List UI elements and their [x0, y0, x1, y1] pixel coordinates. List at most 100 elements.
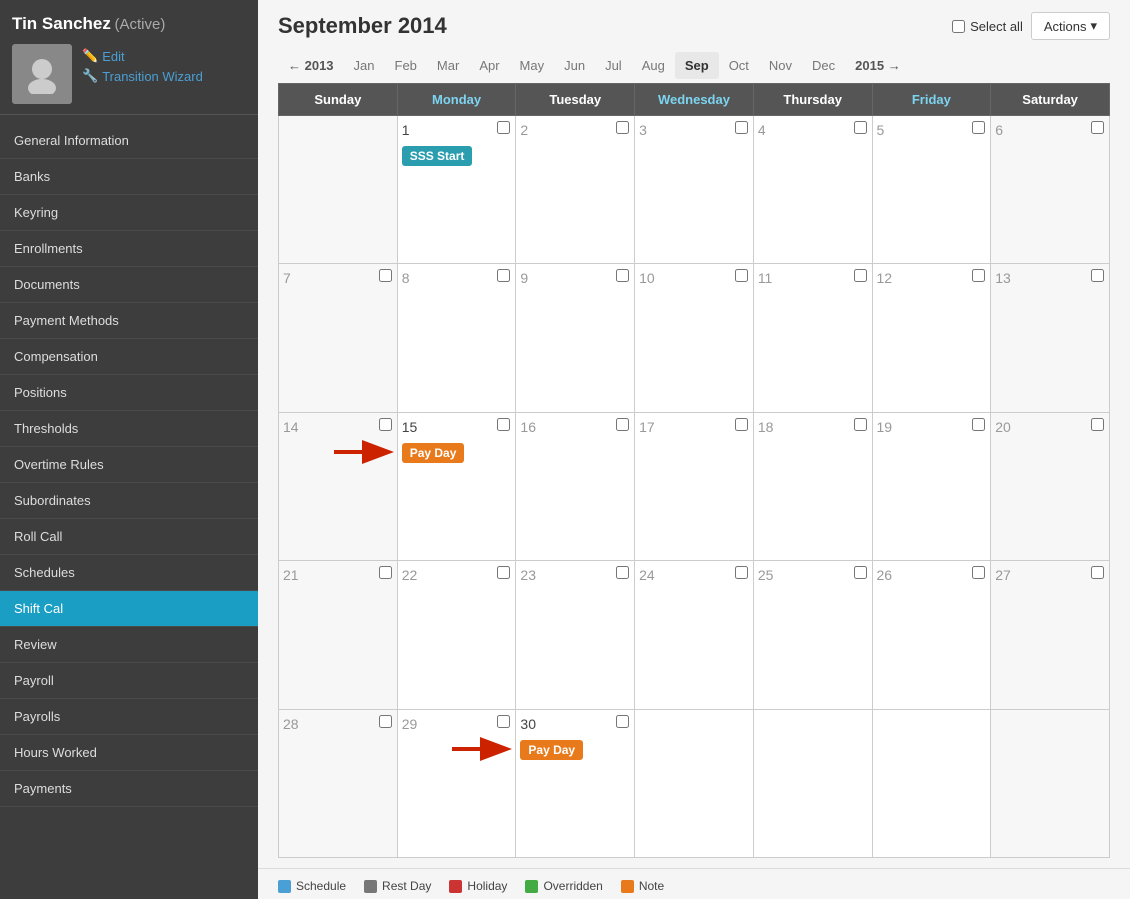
next-year-nav[interactable]: 2015 →: [845, 52, 911, 79]
sidebar-nav-item-payroll[interactable]: Payroll: [0, 663, 258, 699]
sidebar-nav-item-hours-worked[interactable]: Hours Worked: [0, 735, 258, 771]
cell-checkbox[interactable]: [616, 715, 629, 728]
sidebar-nav-item-payment-methods[interactable]: Payment Methods: [0, 303, 258, 339]
cell-day-number: 6: [995, 120, 1007, 140]
edit-link[interactable]: ✏️ Edit: [82, 48, 203, 64]
col-header-monday: Monday: [397, 84, 516, 116]
calendar-cell: 13: [991, 264, 1110, 412]
calendar-cell: 7: [279, 264, 398, 412]
month-nav-may[interactable]: May: [510, 52, 555, 79]
sidebar-nav-item-overtime-rules[interactable]: Overtime Rules: [0, 447, 258, 483]
legend-item-note: Note: [621, 879, 664, 893]
legend-item-rest-day: Rest Day: [364, 879, 431, 893]
legend: ScheduleRest DayHolidayOverriddenNote: [258, 868, 1130, 899]
calendar-cell: 26: [872, 561, 991, 709]
cell-day-number: 23: [520, 565, 540, 585]
month-nav-apr[interactable]: Apr: [469, 52, 509, 79]
sidebar-nav-item-general-information[interactable]: General Information: [0, 123, 258, 159]
calendar-cell: 27: [991, 561, 1110, 709]
cell-checkbox[interactable]: [616, 269, 629, 282]
month-nav-mar[interactable]: Mar: [427, 52, 469, 79]
cell-checkbox[interactable]: [735, 566, 748, 579]
cell-checkbox[interactable]: [497, 418, 510, 431]
sidebar-nav-item-enrollments[interactable]: Enrollments: [0, 231, 258, 267]
calendar-cell: [991, 709, 1110, 857]
cell-checkbox[interactable]: [497, 715, 510, 728]
cell-checkbox[interactable]: [972, 269, 985, 282]
cell-checkbox[interactable]: [1091, 269, 1104, 282]
cell-checkbox[interactable]: [616, 418, 629, 431]
month-nav-nov[interactable]: Nov: [759, 52, 802, 79]
cell-checkbox[interactable]: [972, 121, 985, 134]
calendar-cell: 23: [516, 561, 635, 709]
calendar-cell: 21: [279, 561, 398, 709]
month-nav-oct[interactable]: Oct: [719, 52, 759, 79]
sidebar-nav-item-review[interactable]: Review: [0, 627, 258, 663]
cell-day-number: 5: [877, 120, 889, 140]
month-nav-aug[interactable]: Aug: [632, 52, 675, 79]
cell-checkbox[interactable]: [854, 269, 867, 282]
select-all-label[interactable]: Select all: [952, 19, 1023, 34]
cell-checkbox[interactable]: [1091, 418, 1104, 431]
calendar-cell: 9: [516, 264, 635, 412]
sidebar-nav-item-payrolls[interactable]: Payrolls: [0, 699, 258, 735]
cell-checkbox[interactable]: [379, 269, 392, 282]
sidebar-nav-item-schedules[interactable]: Schedules: [0, 555, 258, 591]
cell-checkbox[interactable]: [497, 121, 510, 134]
month-nav-jun[interactable]: Jun: [554, 52, 595, 79]
cell-checkbox[interactable]: [616, 121, 629, 134]
legend-dot: [525, 880, 538, 893]
calendar-cell: 6: [991, 116, 1110, 264]
sidebar-nav-item-roll-call[interactable]: Roll Call: [0, 519, 258, 555]
cell-checkbox[interactable]: [379, 715, 392, 728]
cell-checkbox[interactable]: [854, 121, 867, 134]
sidebar-nav-item-banks[interactable]: Banks: [0, 159, 258, 195]
cell-checkbox[interactable]: [1091, 566, 1104, 579]
prev-year-nav[interactable]: ← 2013: [278, 52, 344, 79]
actions-button[interactable]: Actions ▾: [1031, 12, 1110, 40]
cell-checkbox[interactable]: [854, 566, 867, 579]
month-nav-dec[interactable]: Dec: [802, 52, 845, 79]
calendar-cell: 1SSS Start: [397, 116, 516, 264]
sidebar-nav-item-shift-cal[interactable]: Shift Cal: [0, 591, 258, 627]
cell-checkbox[interactable]: [379, 566, 392, 579]
cell-checkbox[interactable]: [972, 566, 985, 579]
edit-icon: ✏️: [82, 48, 98, 64]
sidebar-nav-item-documents[interactable]: Documents: [0, 267, 258, 303]
cell-checkbox[interactable]: [735, 269, 748, 282]
cell-day-number: 2: [520, 120, 532, 140]
event-badge-payday[interactable]: Pay Day: [402, 443, 465, 463]
sidebar-nav-item-thresholds[interactable]: Thresholds: [0, 411, 258, 447]
select-all-checkbox[interactable]: [952, 20, 965, 33]
event-badge-sss[interactable]: SSS Start: [402, 146, 473, 166]
event-badge-payday[interactable]: Pay Day: [520, 740, 583, 760]
sidebar-nav-item-keyring[interactable]: Keyring: [0, 195, 258, 231]
month-nav-sep[interactable]: Sep: [675, 52, 719, 79]
legend-dot: [278, 880, 291, 893]
month-nav-jan[interactable]: Jan: [344, 52, 385, 79]
cell-day-number: 17: [639, 417, 659, 437]
dropdown-icon: ▾: [1090, 18, 1097, 34]
cell-checkbox[interactable]: [616, 566, 629, 579]
calendar-cell: 17: [635, 412, 754, 560]
sidebar-nav-item-compensation[interactable]: Compensation: [0, 339, 258, 375]
sidebar-nav-item-payments[interactable]: Payments: [0, 771, 258, 807]
sidebar-nav-item-positions[interactable]: Positions: [0, 375, 258, 411]
month-nav-jul[interactable]: Jul: [595, 52, 632, 79]
month-nav-feb[interactable]: Feb: [385, 52, 427, 79]
cell-checkbox[interactable]: [972, 418, 985, 431]
calendar-cell: 5: [872, 116, 991, 264]
transition-wizard-link[interactable]: 🔧 Transition Wizard: [82, 68, 203, 84]
sidebar-nav-item-subordinates[interactable]: Subordinates: [0, 483, 258, 519]
cell-checkbox[interactable]: [854, 418, 867, 431]
calendar-cell: 8: [397, 264, 516, 412]
cell-day-number: 27: [995, 565, 1015, 585]
cell-checkbox[interactable]: [379, 418, 392, 431]
cell-checkbox[interactable]: [735, 418, 748, 431]
cell-checkbox[interactable]: [497, 566, 510, 579]
cell-checkbox[interactable]: [735, 121, 748, 134]
cell-checkbox[interactable]: [1091, 121, 1104, 134]
cell-day-number: 14: [283, 417, 303, 437]
legend-item-holiday: Holiday: [449, 879, 507, 893]
cell-checkbox[interactable]: [497, 269, 510, 282]
